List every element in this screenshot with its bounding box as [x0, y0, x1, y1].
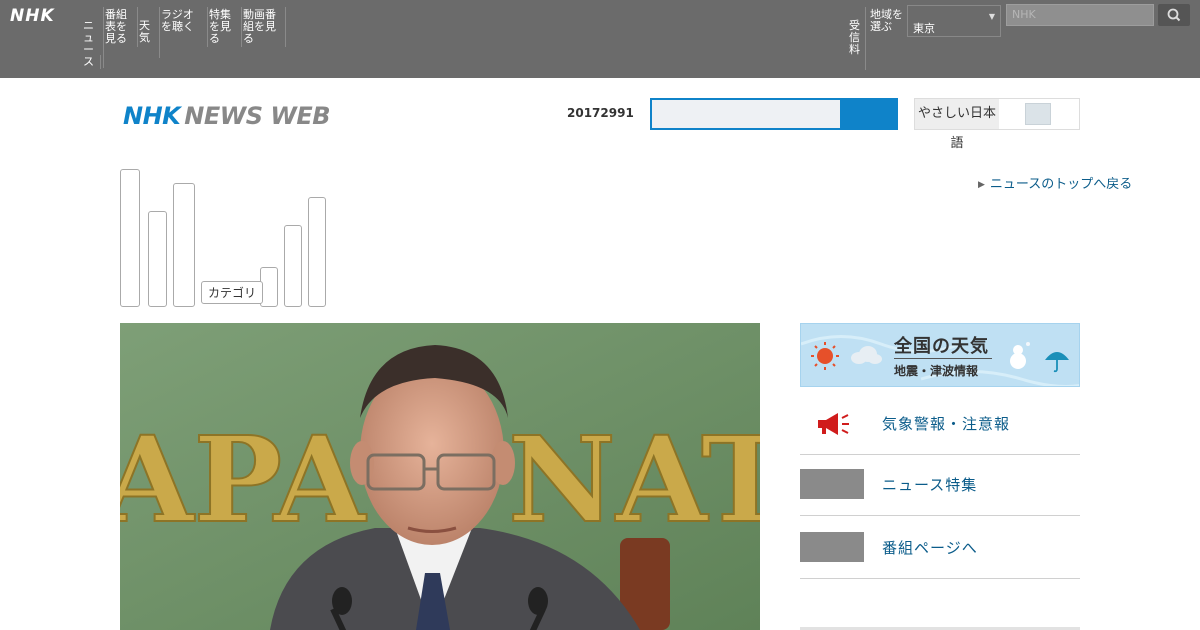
news-search-button[interactable] [842, 98, 898, 130]
category-tab[interactable] [308, 197, 326, 307]
feature-link[interactable]: ニュース特集 [800, 453, 1080, 516]
alert-link[interactable]: 気象警報・注意報 [800, 392, 1080, 455]
weather-title: 全国の天気 [894, 336, 989, 357]
nhk-global-logo[interactable]: NHK [10, 6, 55, 26]
global-nav-item[interactable]: 特集を見る [208, 7, 242, 47]
weather-subtitle: 地震・津波情報 [894, 364, 979, 378]
triangle-right-icon: ▶ [978, 180, 985, 190]
easy-japanese-label: やさしい日本語 [915, 99, 999, 151]
global-nav-item[interactable]: ラジオを聴く [160, 7, 208, 47]
global-nav-item[interactable]: 番組表を見る [104, 7, 138, 47]
category-tab[interactable] [173, 183, 195, 307]
global-nav-item[interactable]: 動画番組を見る [242, 7, 286, 47]
chevron-down-icon: ▼ [988, 12, 995, 21]
category-label[interactable]: カテゴリ [201, 281, 264, 304]
global-nav-item[interactable]: 天気 [138, 7, 160, 58]
category-tabs: カテゴリ [120, 169, 330, 309]
global-search-button[interactable] [1158, 4, 1190, 26]
region-select-value: 東京 [913, 22, 935, 35]
weather-divider [894, 358, 992, 359]
weather-banner[interactable]: 全国の天気 地震・津波情報 [800, 323, 1080, 387]
date-text: 20172991 [567, 106, 634, 120]
easy-japanese-toggle[interactable] [1025, 103, 1051, 125]
search-icon [1167, 8, 1181, 22]
program-link-label: 番組ページへ [882, 539, 978, 557]
back-to-top-text: ニュースのトップへ戻る [989, 177, 1133, 192]
feature-link-label: ニュース特集 [882, 476, 978, 494]
nav-divider [100, 55, 101, 69]
global-nav-bar: NHK ニュース 番組表を見る 天気 ラジオを聴く 特集を見る 動画番組を見る … [0, 0, 1200, 78]
snowman-icon [1010, 342, 1030, 369]
alert-link-label: 気象警報・注意報 [882, 415, 1011, 433]
category-tab[interactable] [120, 169, 140, 307]
global-search-input[interactable]: NHK [1006, 4, 1154, 26]
global-nav: ニュース 番組表を見る 天気 ラジオを聴く 特集を見る 動画番組を見る [82, 7, 286, 68]
umbrella-icon [1045, 352, 1069, 373]
category-tab[interactable] [148, 211, 167, 307]
program-link[interactable]: 番組ページへ [800, 516, 1080, 579]
logo-newsweb: NEWS WEB [184, 102, 331, 130]
svg-text:APA: APA [120, 410, 367, 549]
top-news-image[interactable]: APA NATI [120, 323, 760, 630]
global-nav-item[interactable]: 地域を選ぶ [866, 7, 904, 59]
news-web-logo[interactable]: NHK NEWS WEB [123, 102, 331, 130]
sun-icon [811, 342, 839, 370]
megaphone-icon [818, 413, 849, 435]
cloud-icon [851, 346, 882, 364]
region-select[interactable]: 東京 ▼ [907, 5, 1001, 37]
news-photo: APA NATI [120, 323, 760, 630]
category-tab[interactable] [284, 225, 302, 307]
logo-nhk: NHK [123, 102, 181, 130]
global-nav-item[interactable]: 受信料 [849, 7, 866, 70]
easy-japanese-switch[interactable]: やさしい日本語 [914, 98, 1080, 151]
feature-thumbnail [800, 469, 864, 499]
news-search-input[interactable] [650, 98, 842, 130]
back-to-top-link[interactable]: ▶ ニュースのトップへ戻る [978, 173, 1132, 192]
global-nav-right: 受信料 地域を選ぶ [849, 7, 904, 70]
svg-text:NATI: NATI [508, 410, 760, 549]
program-thumbnail [800, 532, 864, 562]
